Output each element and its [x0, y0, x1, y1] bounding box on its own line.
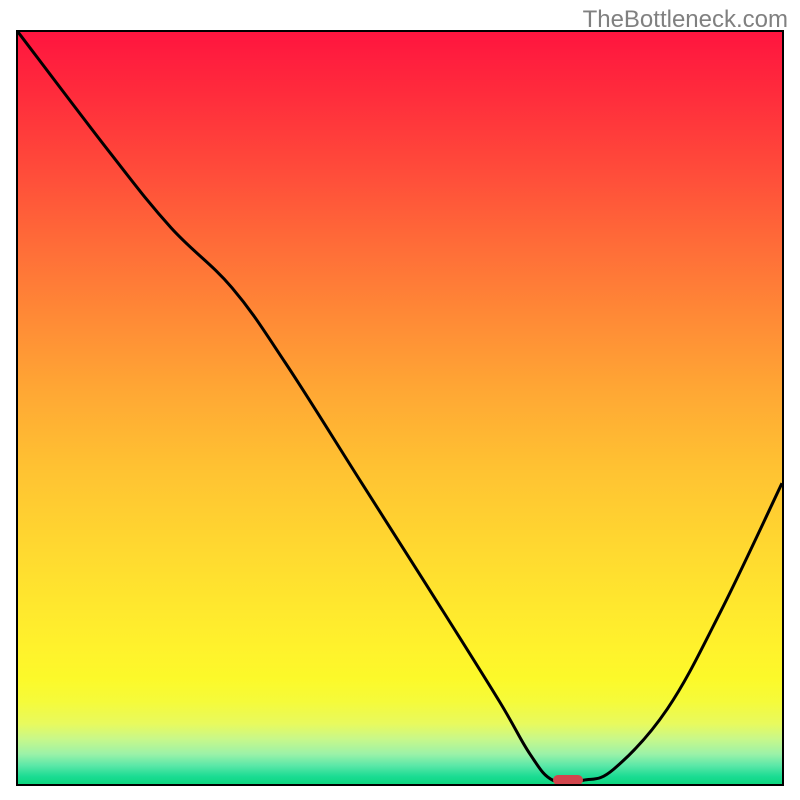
chart-frame: [16, 30, 784, 786]
watermark-text: TheBottleneck.com: [583, 6, 788, 34]
bottleneck-curve-svg: [18, 32, 782, 784]
optimal-point-marker: [553, 775, 584, 786]
bottleneck-curve-path: [18, 32, 782, 783]
